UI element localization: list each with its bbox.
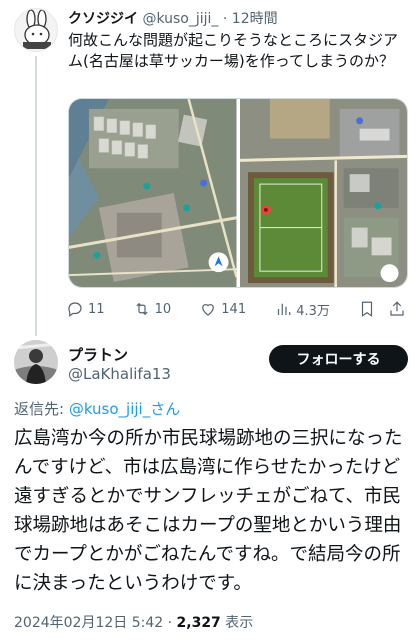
- like-action[interactable]: 141: [199, 300, 246, 318]
- follow-button[interactable]: フォローする: [269, 345, 408, 373]
- reply-handle[interactable]: @LaKhalifa13: [68, 365, 171, 383]
- reply-count: 11: [88, 301, 105, 317]
- parent-tweet-media[interactable]: [68, 98, 408, 288]
- reply-icon: [68, 302, 82, 317]
- parent-display-name[interactable]: クソジジイ: [68, 11, 138, 27]
- like-count: 141: [221, 301, 247, 317]
- parent-time[interactable]: 12時間: [232, 11, 278, 27]
- views-count: 4.3万: [296, 303, 330, 319]
- replying-to-link[interactable]: @kuso_jiji_さん: [69, 400, 180, 418]
- share-icon: [390, 301, 404, 316]
- heart-icon: [202, 304, 215, 316]
- reply-views-label: 表示: [220, 615, 254, 631]
- thread-line: [35, 56, 37, 336]
- bookmark-icon: [361, 301, 373, 317]
- map-image-left[interactable]: [69, 99, 237, 287]
- avatar-platon[interactable]: [14, 340, 58, 384]
- analytics-icon: [278, 303, 291, 315]
- header-separator: ·: [222, 11, 228, 27]
- views-action[interactable]: 4.3万: [274, 300, 330, 319]
- person-photo-avatar-icon: [14, 340, 58, 384]
- parent-tweet-text: 何故こんな問題が起こりそうなところにスタジアム(名古屋は草サッカー場)を作ってし…: [68, 31, 399, 70]
- reply-tweet-text: 広島湾か今の所か市民球場跡地の三択になったんですけど、市は広島湾に作らせたかった…: [14, 428, 403, 594]
- meta-separator: ·: [163, 615, 177, 631]
- retweet-icon: [135, 302, 148, 316]
- parent-handle[interactable]: @kuso_jiji_: [142, 11, 218, 27]
- satellite-map-right-icon: [239, 99, 407, 287]
- bookmark-action[interactable]: [358, 300, 376, 318]
- avatar-kuso-jiji[interactable]: [14, 8, 58, 52]
- retweet-count: 10: [154, 301, 172, 317]
- retweet-action[interactable]: 10: [133, 300, 172, 318]
- map-image-right[interactable]: [239, 99, 407, 287]
- reply-views-count: 2,327: [176, 615, 221, 631]
- parent-tweet-actions: 11 10 141 4.3万: [66, 298, 406, 320]
- reply-action[interactable]: 11: [66, 300, 105, 318]
- reply-date[interactable]: 2024年02月12日 5:42: [14, 615, 163, 631]
- share-action[interactable]: [388, 300, 406, 318]
- parent-tweet-header: クソジジイ @kuso_jiji_ · 12時間: [68, 8, 278, 28]
- reply-tweet-meta: 2024年02月12日 5:42 · 2,327 表示: [14, 612, 253, 632]
- satellite-map-left-icon: [69, 99, 237, 287]
- replying-to-prefix: 返信先:: [14, 400, 69, 418]
- reply-display-name[interactable]: プラトン: [68, 344, 128, 365]
- rabbit-avatar-icon: [15, 9, 57, 51]
- replying-to: 返信先: @kuso_jiji_さん: [14, 398, 180, 419]
- end-actions: [358, 300, 406, 318]
